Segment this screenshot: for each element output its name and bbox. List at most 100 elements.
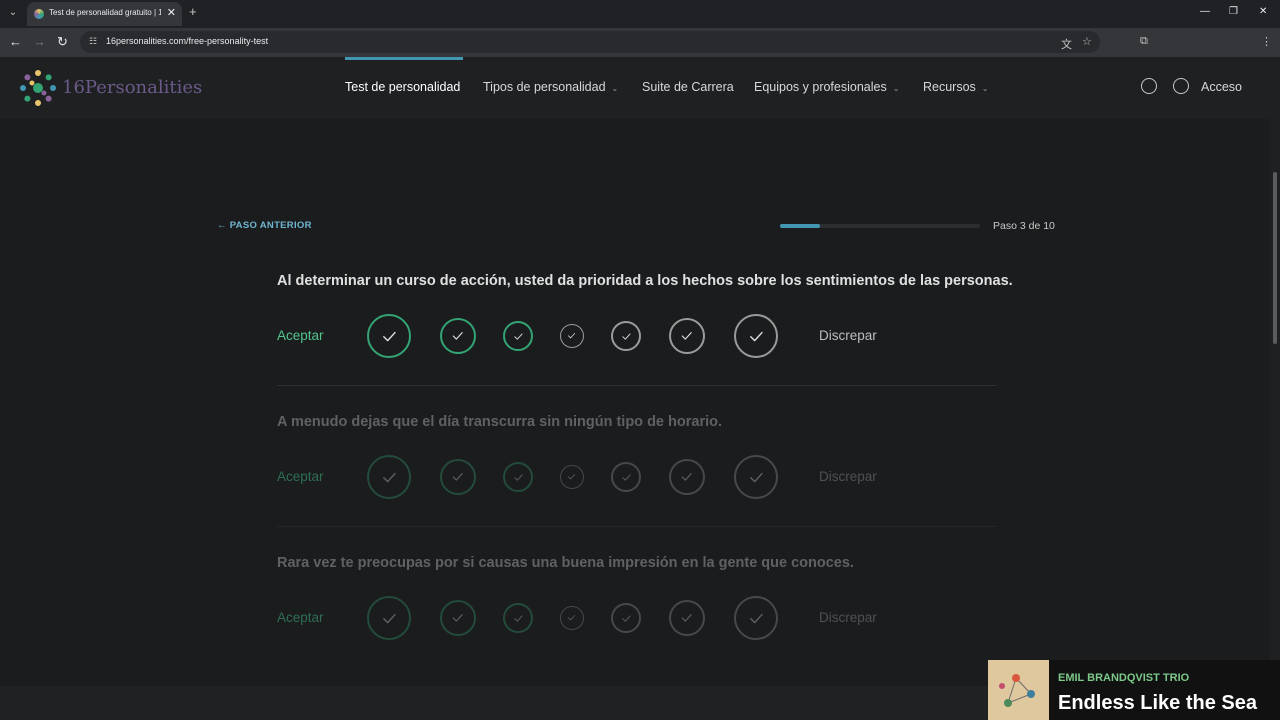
answer-option-6[interactable] bbox=[669, 459, 705, 495]
nav-label: Tipos de personalidad bbox=[483, 80, 606, 94]
checkmark-icon bbox=[681, 614, 693, 622]
agree-label: Aceptar bbox=[277, 610, 324, 625]
answer-option-4[interactable] bbox=[560, 324, 584, 348]
checkmark-icon bbox=[452, 332, 464, 340]
answer-option-3[interactable] bbox=[503, 321, 533, 351]
address-bar[interactable]: ☷ 16personalities.com/free-personality-t… bbox=[80, 31, 1100, 53]
checkmark-icon bbox=[681, 473, 693, 481]
nav-career-suite[interactable]: Suite de Carrera bbox=[642, 80, 734, 94]
question-divider bbox=[277, 526, 997, 527]
checkmark-icon bbox=[568, 615, 576, 621]
checkmark-icon bbox=[621, 333, 631, 340]
scrollbar-thumb[interactable] bbox=[1273, 172, 1277, 344]
answer-option-5[interactable] bbox=[611, 462, 641, 492]
song-title: Endless Like the Sea bbox=[1058, 692, 1257, 714]
answer-option-3[interactable] bbox=[503, 603, 533, 633]
answer-option-4[interactable] bbox=[560, 606, 584, 630]
question-text: A menudo dejas que el día transcurra sin… bbox=[277, 414, 722, 430]
nav-label: Test de personalidad bbox=[345, 80, 461, 94]
answer-option-7[interactable] bbox=[734, 314, 778, 358]
site-info-icon[interactable]: ☷ bbox=[89, 36, 97, 47]
translate-icon[interactable]: 文 bbox=[1061, 36, 1072, 52]
browser-menu-icon[interactable]: ⋮ bbox=[1261, 35, 1272, 48]
answer-option-6[interactable] bbox=[669, 600, 705, 636]
checkmark-icon bbox=[568, 333, 576, 339]
question-text: Rara vez te preocupas por si causas una … bbox=[277, 555, 854, 571]
nav-label: Suite de Carrera bbox=[642, 80, 734, 94]
checkmark-icon bbox=[749, 331, 763, 341]
url-text[interactable]: 16personalities.com/free-personality-tes… bbox=[106, 36, 268, 46]
browser-tab[interactable]: Test de personalidad gratuito | 16Person… bbox=[27, 2, 182, 26]
answer-option-7[interactable] bbox=[734, 455, 778, 499]
nav-resources[interactable]: Recursos ⌄ bbox=[923, 80, 989, 94]
logo-text[interactable]: 16Personalities bbox=[62, 77, 202, 98]
site-header: 16Personalities Test de personalidad Tip… bbox=[0, 57, 1270, 119]
nav-personality-test[interactable]: Test de personalidad bbox=[345, 80, 460, 94]
card-text: descubrir tu tipo de personalidad. bbox=[218, 123, 374, 135]
answer-option-1[interactable] bbox=[367, 596, 411, 640]
answer-option-2[interactable] bbox=[440, 459, 476, 495]
checkmark-icon bbox=[382, 613, 396, 623]
answer-option-1[interactable] bbox=[367, 314, 411, 358]
chevron-down-icon: ⌄ bbox=[981, 84, 989, 93]
page-scrollbar[interactable] bbox=[1270, 57, 1280, 720]
progress-fill bbox=[780, 224, 820, 228]
answer-option-1[interactable] bbox=[367, 455, 411, 499]
answer-option-5[interactable] bbox=[611, 321, 641, 351]
checkmark-icon bbox=[382, 331, 396, 341]
answer-option-6[interactable] bbox=[669, 318, 705, 354]
answer-option-4[interactable] bbox=[560, 465, 584, 489]
globe-icon[interactable] bbox=[1173, 78, 1189, 94]
nav-teams[interactable]: Equipos y profesionales ⌄ bbox=[754, 80, 899, 94]
card-text: muchas áreas de tu vida. bbox=[511, 123, 629, 135]
bookmark-star-icon[interactable]: ☆ bbox=[1082, 35, 1092, 48]
checkmark-icon bbox=[513, 474, 523, 481]
tab-search-icon[interactable]: ⌄ bbox=[4, 4, 22, 22]
tab-title: Test de personalidad gratuito | 16Person… bbox=[49, 8, 161, 17]
restore-icon[interactable]: ❐ bbox=[1229, 6, 1238, 17]
forward-icon[interactable]: → bbox=[33, 34, 46, 49]
logo-icon[interactable] bbox=[19, 69, 57, 107]
extensions-icon[interactable]: ⧉ bbox=[1140, 35, 1148, 48]
answer-option-7[interactable] bbox=[734, 596, 778, 640]
accessibility-icon[interactable] bbox=[1141, 78, 1157, 94]
answer-option-3[interactable] bbox=[503, 462, 533, 492]
nav-active-indicator bbox=[345, 57, 463, 60]
answer-option-2[interactable] bbox=[440, 318, 476, 354]
album-art bbox=[988, 660, 1049, 720]
step-indicator: Paso 3 de 10 bbox=[993, 220, 1055, 232]
login-link[interactable]: Acceso bbox=[1201, 80, 1242, 94]
checkmark-icon bbox=[513, 615, 523, 622]
progress-bar bbox=[780, 224, 980, 228]
checkmark-icon bbox=[568, 474, 576, 480]
answer-option-5[interactable] bbox=[611, 603, 641, 633]
tab-strip: ⌄ Test de personalidad gratuito | 16Pers… bbox=[0, 0, 1280, 28]
previous-step-button[interactable]: ← PASO ANTERIOR bbox=[217, 220, 312, 231]
nav-personality-types[interactable]: Tipos de personalidad ⌄ bbox=[483, 80, 618, 94]
checkmark-icon bbox=[749, 472, 763, 482]
nav-label: Equipos y profesionales bbox=[754, 80, 887, 94]
site-favicon-icon bbox=[34, 9, 44, 19]
tab-close-icon[interactable]: ✕ bbox=[167, 6, 176, 19]
checkmark-icon bbox=[681, 332, 693, 340]
checkmark-icon bbox=[621, 615, 631, 622]
now-playing-overlay: EMIL BRANDQVIST TRIO Endless Like the Se… bbox=[988, 660, 1280, 720]
checkmark-icon bbox=[749, 613, 763, 623]
disagree-label: Discrepar bbox=[819, 328, 877, 343]
back-icon[interactable]: ← bbox=[9, 34, 22, 49]
new-tab-icon[interactable]: + bbox=[189, 4, 197, 19]
checkmark-icon bbox=[452, 473, 464, 481]
checkmark-icon bbox=[382, 472, 396, 482]
question-divider bbox=[277, 385, 997, 386]
artist-name: EMIL BRANDQVIST TRIO bbox=[1058, 672, 1190, 684]
checkmark-icon bbox=[452, 614, 464, 622]
disagree-label: Discrepar bbox=[819, 469, 877, 484]
minimize-icon[interactable]: — bbox=[1200, 6, 1210, 17]
question-text: Al determinar un curso de acción, usted … bbox=[277, 273, 1013, 289]
answer-option-2[interactable] bbox=[440, 600, 476, 636]
chevron-down-icon: ⌄ bbox=[611, 84, 619, 93]
nav-label: Recursos bbox=[923, 80, 976, 94]
reload-icon[interactable]: ↻ bbox=[57, 34, 68, 50]
close-window-icon[interactable]: ✕ bbox=[1259, 6, 1267, 17]
agree-label: Aceptar bbox=[277, 469, 324, 484]
